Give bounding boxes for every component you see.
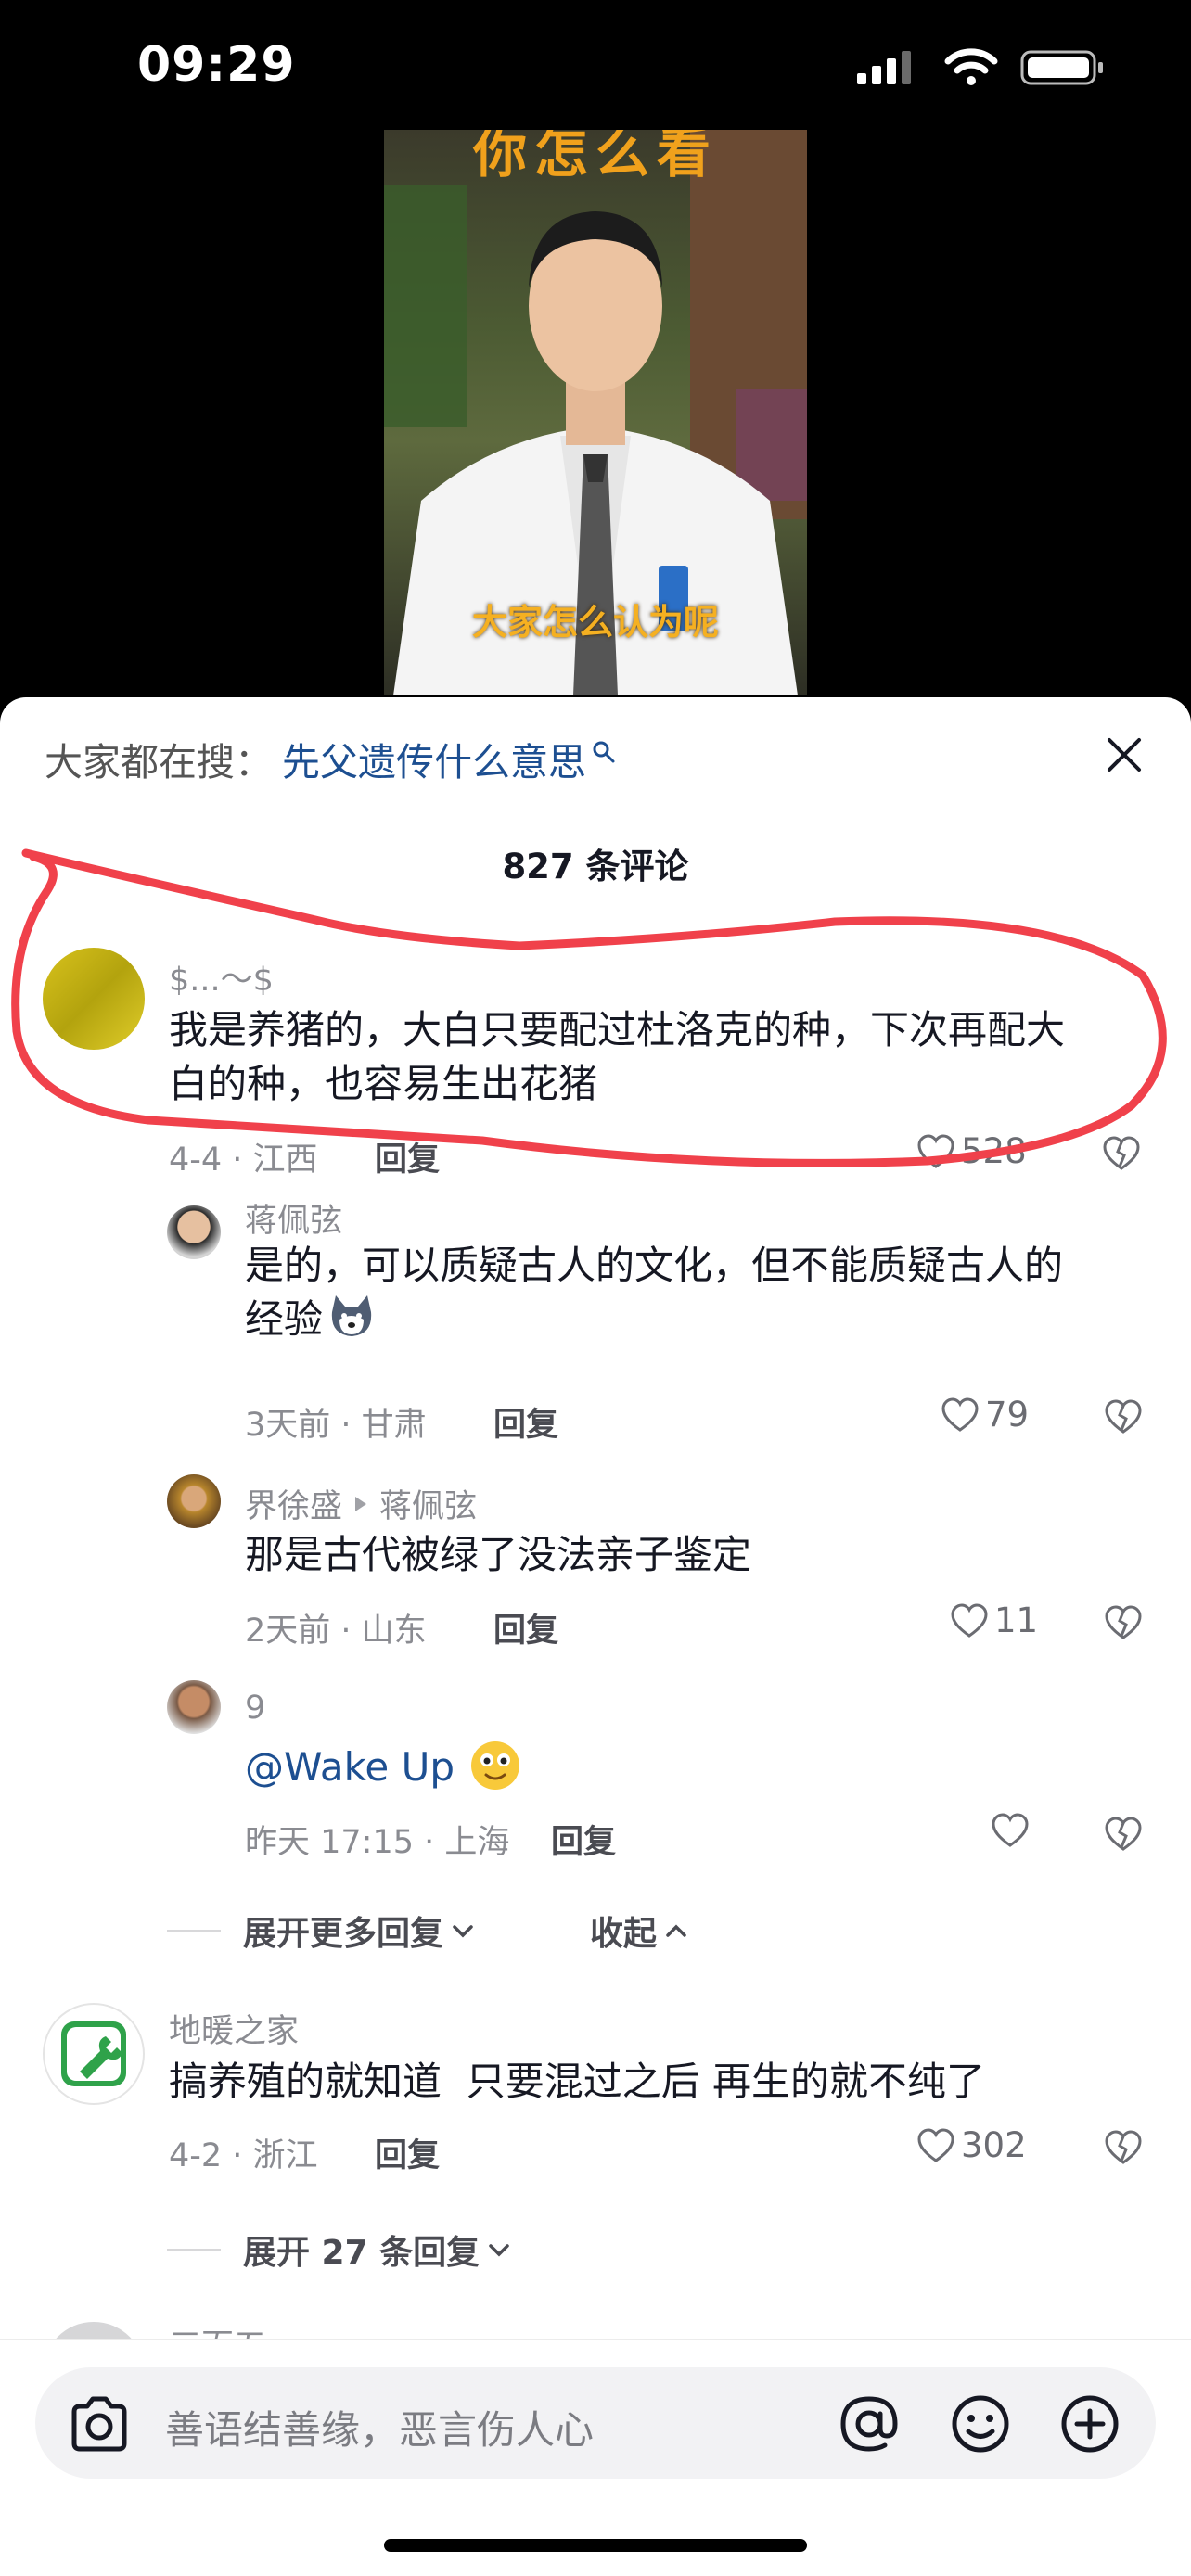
camera-icon[interactable]	[67, 2395, 132, 2453]
reply-button[interactable]: 回复	[493, 1398, 558, 1446]
smiley-emoji-icon	[471, 1741, 519, 1790]
search-icon	[593, 741, 615, 763]
expand-count-label: 展开 27 条回复	[243, 2234, 480, 2272]
reply-button[interactable]: 回复	[375, 2129, 440, 2176]
comment-meta: 4-2 · 浙江	[169, 2137, 318, 2174]
comment-author[interactable]: 地暖之家	[169, 2005, 299, 2052]
comment-text-line: 那是古代被绿了没法亲子鉴定	[245, 1532, 752, 1577]
expand-more-label: 展开更多回复	[243, 1915, 444, 1953]
search-suggestion-term[interactable]: 先父遗传什么意思	[282, 731, 586, 786]
search-suggestion-label: 大家都在搜：	[45, 740, 273, 784]
like-count: 528	[961, 1131, 1027, 1171]
add-icon[interactable]	[1059, 2393, 1121, 2455]
reply-to-name: 蒋佩弦	[379, 1488, 478, 1525]
reply-arrow-icon	[355, 1496, 367, 1511]
avatar[interactable]	[167, 1474, 221, 1528]
broken-heart-icon[interactable]	[1104, 1398, 1143, 1435]
comment-text: 搞养殖的就知道 只要混过之后 再生的就不纯了	[169, 2055, 1152, 2109]
close-button[interactable]	[1095, 725, 1154, 784]
chevron-up-icon	[666, 1924, 686, 1937]
status-icons	[857, 48, 1106, 87]
comment-count: 827 条评论	[502, 847, 689, 886]
husky-emoji-icon	[331, 1295, 372, 1336]
heart-icon	[941, 1396, 979, 1432]
search-suggestion[interactable]: 大家都在搜： 先父遗传什么意思	[45, 731, 616, 786]
comment-author[interactable]: 9	[245, 1690, 265, 1727]
broken-heart-icon[interactable]	[1102, 1135, 1141, 1172]
chevron-down-icon	[453, 1925, 473, 1938]
like-count: 302	[961, 2125, 1027, 2165]
divider-line	[167, 1930, 221, 1932]
wifi-icon	[944, 48, 998, 85]
comment-text-line: 是的，可以质疑古人的文化，但不能质疑古人的	[245, 1243, 1064, 1288]
like-button[interactable]: 528	[916, 1131, 1027, 1171]
heart-icon	[917, 2127, 954, 2162]
comment-input[interactable]: 善语结善缘，恶言伤人心	[35, 2367, 1156, 2479]
status-time: 09:29	[137, 37, 296, 93]
comment-text-line: 我是养猪的，大白只要配过杜洛克的种，下次再配大	[169, 1007, 1066, 1052]
comment-meta: 4-4 · 江西	[169, 1141, 318, 1179]
like-button[interactable]: 11	[950, 1600, 1038, 1640]
chevron-down-icon	[489, 2244, 509, 2257]
comment-author[interactable]: 蒋佩弦	[245, 1194, 342, 1242]
like-count: 11	[994, 1600, 1039, 1640]
home-indicator[interactable]	[384, 2539, 807, 2552]
mention-link[interactable]: @Wake Up	[245, 1744, 455, 1790]
avatar[interactable]	[43, 948, 145, 1050]
broken-heart-icon[interactable]	[1104, 1816, 1143, 1853]
reply-button[interactable]: 回复	[551, 1816, 616, 1863]
mention-icon[interactable]	[837, 2393, 902, 2455]
close-icon	[1108, 738, 1141, 772]
video-bottom-caption: 大家怎么认为呢	[471, 602, 719, 643]
video-top-caption: 你怎么看	[472, 130, 718, 185]
like-button[interactable]: 302	[916, 2125, 1027, 2165]
comment-meta: 2天前 · 山东	[245, 1613, 427, 1650]
avatar[interactable]	[167, 1205, 221, 1259]
reply-button[interactable]: 回复	[375, 1133, 440, 1180]
comment-text-line: @Wake Up	[245, 1740, 1135, 1794]
comment-text-line: 经验	[245, 1293, 1135, 1346]
comment-text: 我是养猪的，大白只要配过杜洛克的种，下次再配大 白的种，也容易生出花猪	[169, 1003, 1152, 1111]
broken-heart-icon[interactable]	[1104, 2129, 1143, 2166]
emoji-icon[interactable]	[950, 2393, 1011, 2455]
like-button[interactable]	[991, 1812, 1035, 1849]
battery-icon	[1020, 50, 1103, 85]
like-count: 79	[985, 1395, 1030, 1435]
like-button[interactable]: 79	[941, 1395, 1029, 1435]
heart-icon	[992, 1813, 1029, 1847]
avatar[interactable]	[43, 2003, 145, 2105]
status-bar: 09:29	[0, 0, 1191, 130]
comment-meta: 昨天 17:15 · 上海	[245, 1824, 510, 1861]
expand-more-replies[interactable]: 展开更多回复	[167, 1906, 477, 1955]
comment-text: @Wake Up	[245, 1740, 1135, 1794]
comment-author[interactable]: $...～$	[169, 953, 274, 1001]
wrench-logo-icon	[61, 2021, 126, 2086]
comment-text-line: 搞养殖的就知道 只要混过之后 再生的就不纯了	[169, 2059, 986, 2104]
comment-text: 是的，可以质疑古人的文化，但不能质疑古人的 经验	[245, 1239, 1135, 1346]
reply-author-name: 界徐盛	[245, 1488, 343, 1525]
comment-input-placeholder: 善语结善缘，恶言伤人心	[165, 2407, 595, 2453]
comment-meta: 3天前 · 甘肃	[245, 1407, 427, 1444]
broken-heart-icon[interactable]	[1104, 1604, 1143, 1641]
heart-icon	[917, 1133, 954, 1168]
comment-text: 那是古代被绿了没法亲子鉴定	[245, 1528, 1135, 1582]
avatar[interactable]	[167, 1680, 221, 1734]
collapse-replies[interactable]: 收起	[590, 1906, 690, 1955]
collapse-label: 收起	[590, 1915, 658, 1953]
comments-sheet: 大家都在搜： 先父遗传什么意思 827 条评论 $...～$ 我是养猪的，大白只…	[0, 697, 1191, 2576]
cellular-signal-icon	[857, 51, 911, 84]
expand-replies[interactable]: 展开 27 条回复	[167, 2225, 513, 2274]
video-preview[interactable]: 你怎么看 大家怎么认为呢	[384, 130, 807, 695]
comment-text-line: 白的种，也容易生出花猪	[169, 1061, 598, 1106]
divider-line	[167, 2249, 221, 2251]
heart-icon	[951, 1602, 988, 1638]
reply-button[interactable]: 回复	[493, 1604, 558, 1651]
comment-author[interactable]: 界徐盛 蒋佩弦	[245, 1480, 477, 1527]
